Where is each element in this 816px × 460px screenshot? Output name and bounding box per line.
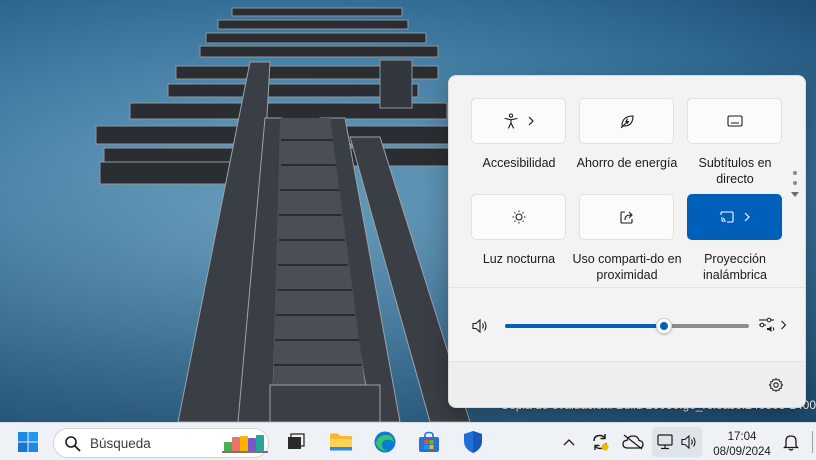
volume-slider-fill: [505, 324, 664, 328]
clock-time: 17:04: [727, 431, 757, 443]
volume-icon: [681, 434, 696, 450]
audio-mixer-icon: [759, 317, 775, 332]
chevron-right-icon: [781, 320, 787, 330]
taskbar-search-box[interactable]: Búsqueda: [53, 428, 269, 458]
wireless-projection-label: Proyección inalámbrica: [703, 252, 767, 282]
live-captions-tile[interactable]: [687, 98, 782, 144]
page-dot[interactable]: [793, 171, 797, 175]
cast-icon: [719, 211, 734, 223]
task-view-icon: [288, 433, 305, 449]
windows-security-button[interactable]: [459, 427, 487, 457]
nearby-share-label: Uso comparti-do en proximidad: [572, 252, 682, 282]
quick-settings-panel: Accesibilidad Ahorro de energía Subtítul…: [448, 75, 806, 408]
speaker-icon[interactable]: [471, 318, 489, 334]
taskbar: Búsqueda 17:04 08/09/2024: [0, 422, 816, 460]
cloud-tray-button[interactable]: [620, 427, 646, 457]
search-icon: [65, 435, 81, 451]
search-placeholder: Búsqueda: [90, 435, 151, 451]
page-down-arrow-icon[interactable]: [790, 191, 800, 198]
sync-tray-button[interactable]: [588, 427, 612, 457]
energy-saver-icon: [620, 115, 634, 129]
accessibility-icon: [503, 113, 518, 129]
quick-settings-footer: [449, 361, 805, 407]
file-explorer-button[interactable]: [327, 427, 355, 457]
volume-slider[interactable]: [505, 318, 749, 334]
show-hidden-icons-button[interactable]: [558, 427, 580, 457]
night-light-icon: [512, 210, 525, 224]
divider: [449, 361, 805, 362]
sync-icon: [593, 434, 609, 451]
store-icon: [419, 431, 439, 452]
night-light-tile[interactable]: [471, 194, 566, 240]
volume-slider-thumb[interactable]: [655, 318, 672, 334]
page-indicator[interactable]: [790, 171, 800, 198]
cloud-icon: [622, 434, 644, 450]
live-captions-label: Subtítulos en directo: [698, 156, 772, 186]
clock-date: 08/09/2024: [713, 446, 771, 458]
settings-gear-icon[interactable]: [768, 377, 784, 393]
defender-icon: [464, 431, 482, 453]
edge-icon: [374, 431, 396, 453]
start-button[interactable]: [14, 427, 42, 457]
night-light-label: Luz nocturna: [482, 252, 556, 266]
chevron-right-icon[interactable]: [527, 116, 535, 126]
audio-output-button[interactable]: [758, 317, 787, 333]
nearby-share-tile[interactable]: [579, 194, 674, 240]
chevron-up-icon: [563, 439, 575, 446]
taskbar-clock[interactable]: 17:04 08/09/2024: [711, 430, 773, 460]
page-dot[interactable]: [793, 181, 797, 185]
network-icon: [657, 434, 673, 450]
nearby-share-icon: [619, 211, 633, 224]
chevron-right-icon[interactable]: [743, 212, 751, 222]
widgets-icon[interactable]: [222, 432, 268, 454]
notifications-button[interactable]: [780, 427, 802, 457]
quick-settings-button[interactable]: [652, 427, 702, 457]
file-explorer-icon: [330, 433, 352, 451]
volume-row: [471, 315, 791, 337]
accessibility-tile[interactable]: [471, 98, 566, 144]
microsoft-store-button[interactable]: [415, 427, 443, 457]
energy-saver-label: Ahorro de energía: [576, 156, 678, 170]
start-icon: [18, 432, 38, 452]
live-captions-icon: [726, 115, 743, 127]
show-desktop-edge[interactable]: [812, 431, 813, 453]
edge-browser-button[interactable]: [371, 427, 399, 457]
energy-saver-tile[interactable]: [579, 98, 674, 144]
wireless-projection-tile[interactable]: [687, 194, 782, 240]
task-view-button[interactable]: [282, 427, 310, 457]
divider: [449, 287, 805, 288]
notification-bell-icon: [783, 435, 799, 451]
accessibility-label: Accesibilidad: [482, 156, 556, 170]
